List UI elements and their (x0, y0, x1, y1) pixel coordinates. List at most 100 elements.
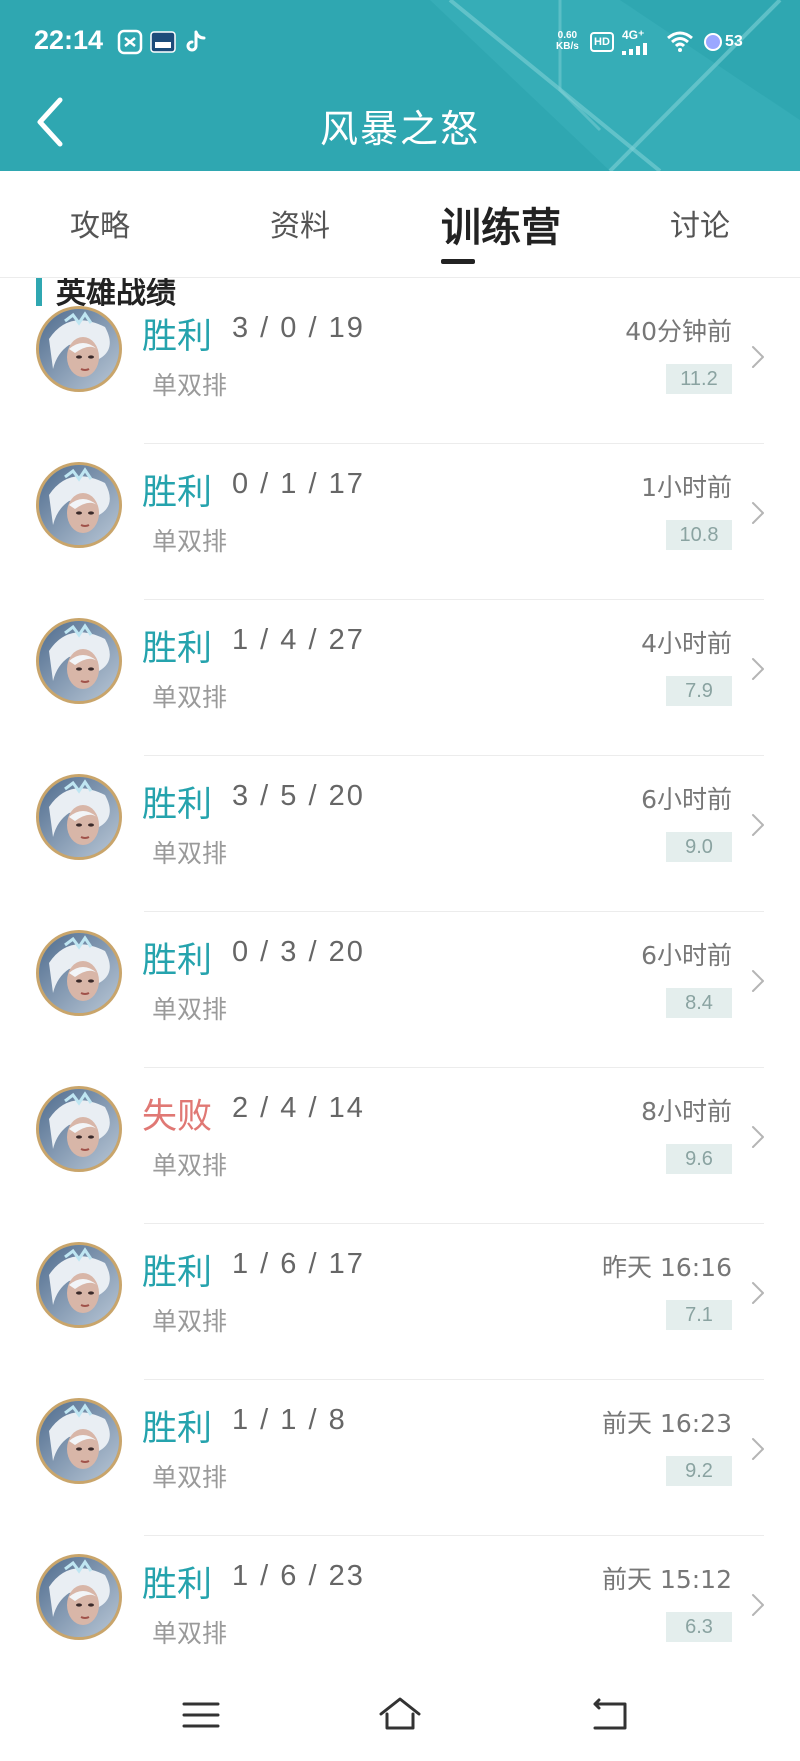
match-kda: 0 / 3 / 20 (232, 936, 365, 968)
match-row[interactable]: 胜利 0 / 1 / 17 单双排 1小时前 10.8 (0, 444, 800, 600)
match-row[interactable]: 胜利 0 / 3 / 20 单双排 6小时前 8.4 (0, 912, 800, 1068)
home-icon[interactable] (375, 1690, 425, 1740)
match-score-badge: 9.0 (666, 832, 732, 862)
chevron-right-icon (752, 970, 764, 992)
system-nav-bar (0, 1668, 800, 1761)
match-time: 前天 15:12 (602, 1565, 732, 1594)
hero-portrait-image (39, 1245, 119, 1325)
match-row[interactable]: 胜利 1 / 6 / 17 单双排 昨天 16:16 7.1 (0, 1224, 800, 1380)
chevron-right-icon (752, 1438, 764, 1460)
hero-avatar (36, 1554, 122, 1640)
match-mode: 单双排 (152, 683, 228, 712)
tiktok-icon (186, 30, 206, 52)
tab-bar: 攻略 资料 训练营 讨论 (0, 171, 800, 278)
hero-avatar (36, 1086, 122, 1172)
match-row[interactable]: 胜利 1 / 1 / 8 单双排 前天 16:23 9.2 (0, 1380, 800, 1536)
hero-avatar (36, 618, 122, 704)
chevron-right-icon (752, 346, 764, 368)
match-row[interactable]: 胜利 3 / 0 / 19 单双排 40分钟前 11.2 (0, 288, 800, 444)
hero-avatar (36, 1398, 122, 1484)
hero-portrait-image (39, 465, 119, 545)
match-row[interactable]: 胜利 1 / 4 / 27 单双排 4小时前 7.9 (0, 600, 800, 756)
hero-portrait-image (39, 1557, 119, 1637)
match-score-badge: 7.9 (666, 676, 732, 706)
match-result: 胜利 (142, 317, 213, 357)
match-row[interactable]: 失败 2 / 4 / 14 单双排 8小时前 9.6 (0, 1068, 800, 1224)
match-result: 胜利 (142, 473, 213, 513)
match-mode: 单双排 (152, 839, 228, 868)
wifi-icon (667, 31, 693, 52)
chevron-right-icon (752, 1594, 764, 1616)
match-result: 胜利 (142, 1253, 213, 1293)
notification-app-icon-2 (150, 31, 176, 53)
app-header: 22:14 0.60 KB/s HD 4G⁺ 53 风暴之怒 (0, 0, 800, 171)
hero-avatar (36, 462, 122, 548)
match-score-badge: 10.8 (666, 520, 732, 550)
match-kda: 1 / 6 / 17 (232, 1248, 365, 1280)
match-score-badge: 11.2 (666, 364, 732, 394)
match-mode: 单双排 (152, 1619, 228, 1648)
match-kda: 2 / 4 / 14 (232, 1092, 365, 1124)
match-time: 6小时前 (641, 785, 732, 814)
match-mode: 单双排 (152, 1151, 228, 1180)
hero-portrait-image (39, 621, 119, 701)
match-kda: 3 / 0 / 19 (232, 312, 365, 344)
tab-info[interactable]: 资料 (270, 201, 330, 245)
back-icon[interactable] (585, 1690, 635, 1740)
match-time: 6小时前 (641, 941, 732, 970)
hero-portrait-image (39, 933, 119, 1013)
match-time: 1小时前 (641, 473, 732, 502)
match-list: 英雄战绩 胜利 3 / 0 / 19 单双排 40分钟前 11.2 胜利 0 / 1 / 1… (0, 278, 800, 1668)
match-time: 前天 16:23 (602, 1409, 732, 1438)
battery-level: 53 (725, 33, 743, 50)
hero-avatar (36, 306, 122, 392)
signal-4g: 4G⁺ (622, 28, 652, 55)
match-time: 8小时前 (641, 1097, 732, 1126)
match-score-badge: 6.3 (666, 1612, 732, 1642)
network-speed-unit: KB/s (556, 41, 579, 52)
tab-guide[interactable]: 攻略 (70, 201, 130, 245)
tab-discussion[interactable]: 讨论 (670, 201, 730, 245)
match-result: 胜利 (142, 1409, 213, 1449)
chevron-right-icon (752, 1282, 764, 1304)
signal-4g-label: 4G⁺ (622, 28, 645, 42)
menu-icon[interactable] (176, 1690, 226, 1740)
signal-bars-icon (622, 43, 647, 55)
hero-portrait-image (39, 777, 119, 857)
match-score-badge: 8.4 (666, 988, 732, 1018)
match-kda: 1 / 6 / 23 (232, 1560, 365, 1592)
match-time: 40分钟前 (625, 317, 732, 346)
match-result: 胜利 (142, 785, 213, 825)
chevron-right-icon (752, 502, 764, 524)
tab-training-camp[interactable]: 训练营 (441, 195, 561, 253)
chevron-right-icon (752, 658, 764, 680)
page-title: 风暴之怒 (319, 107, 480, 151)
match-time: 4小时前 (641, 629, 732, 658)
match-kda: 1 / 1 / 8 (232, 1404, 347, 1436)
active-tab-indicator (441, 259, 475, 264)
hero-avatar (36, 1242, 122, 1328)
match-result: 失败 (142, 1097, 213, 1137)
network-speed-value: 0.60 (557, 30, 578, 41)
match-mode: 单双排 (152, 527, 228, 556)
match-mode: 单双排 (152, 995, 228, 1024)
match-mode: 单双排 (152, 1307, 228, 1336)
hero-avatar (36, 930, 122, 1016)
match-result: 胜利 (142, 1565, 213, 1605)
network-speed: 0.60 KB/s (556, 30, 579, 52)
match-kda: 3 / 5 / 20 (232, 780, 365, 812)
match-score-badge: 9.6 (666, 1144, 732, 1174)
match-row[interactable]: 胜利 1 / 6 / 23 单双排 前天 15:12 6.3 (0, 1536, 800, 1668)
match-mode: 单双排 (152, 371, 228, 400)
match-kda: 1 / 4 / 27 (232, 624, 365, 656)
status-time: 22:14 (34, 25, 104, 55)
battery-icon (704, 33, 722, 51)
match-row[interactable]: 胜利 3 / 5 / 20 单双排 6小时前 9.0 (0, 756, 800, 912)
hero-avatar (36, 774, 122, 860)
chevron-right-icon (752, 814, 764, 836)
match-mode: 单双排 (152, 1463, 228, 1492)
match-kda: 0 / 1 / 17 (232, 468, 365, 500)
notification-app-icon-1 (117, 29, 143, 55)
status-bar: 22:14 0.60 KB/s HD 4G⁺ 53 (0, 0, 800, 80)
hero-portrait-image (39, 1089, 119, 1169)
